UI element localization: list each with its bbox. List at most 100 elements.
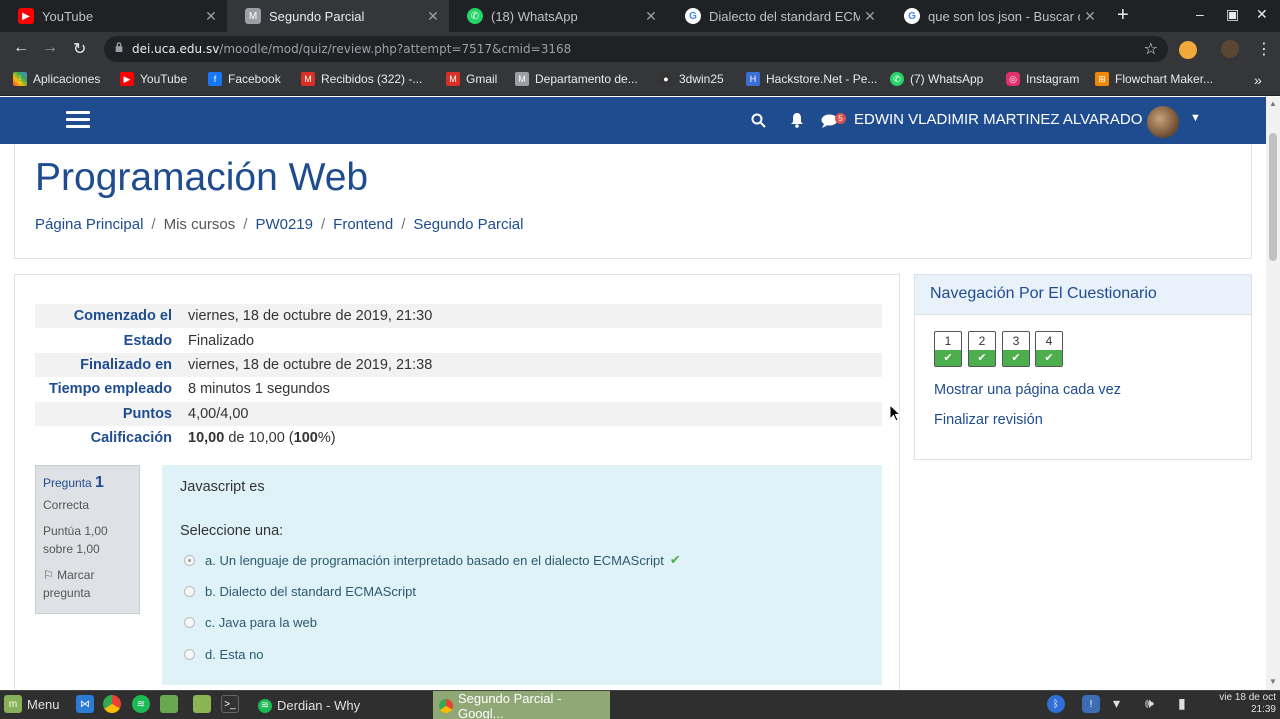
launcher-vscode[interactable]: ⋈ [76, 695, 99, 713]
scroll-down-icon[interactable]: ▼ [1269, 677, 1277, 686]
radio[interactable] [184, 586, 195, 597]
answer-option[interactable]: a. Un lenguaje de programación interpret… [184, 552, 681, 568]
answer-option[interactable]: b. Dialecto del standard ECMAScript [184, 584, 416, 599]
start-menu-button[interactable]: m Menu [4, 695, 60, 713]
scrollbar-thumb[interactable] [1269, 133, 1277, 261]
chevron-down-icon[interactable]: ▼ [1190, 112, 1201, 124]
question-nav-button[interactable]: 4 ✔ [1035, 331, 1063, 367]
bookmark-star-icon[interactable]: ☆ [1144, 39, 1158, 59]
close-icon[interactable]: ✕ [1080, 8, 1100, 25]
launcher-files[interactable] [193, 695, 216, 713]
scroll-up-icon[interactable]: ▲ [1269, 99, 1277, 108]
menu-kebab-icon[interactable]: ⋮ [1256, 39, 1272, 59]
flag-question-label[interactable]: pregunta [43, 584, 139, 602]
facebook-icon: f [208, 72, 222, 86]
clock[interactable]: vie 18 de oct 21:39 [1204, 692, 1276, 716]
bookmark-github[interactable]: ● 3dwin25 [659, 72, 724, 86]
answer-option[interactable]: c. Java para la web [184, 615, 317, 630]
forward-icon[interactable]: → [42, 39, 58, 57]
bookmark-departamento[interactable]: M Departamento de... [515, 72, 638, 86]
flag-question-button[interactable]: ⚐ Marcar [43, 566, 139, 584]
breadcrumb-separator: / [401, 216, 406, 233]
radio-selected[interactable] [184, 554, 195, 566]
user-name[interactable]: EDWIN VLADIMIR MARTINEZ ALVARADO [854, 111, 1142, 128]
flag-label: Marcar [57, 568, 95, 582]
search-icon[interactable] [751, 113, 766, 128]
new-tab-button[interactable]: + [1117, 4, 1129, 27]
page-scrollbar[interactable]: ▲ ▼ [1266, 97, 1280, 690]
close-icon[interactable]: ✕ [423, 8, 443, 25]
bookmark-gmail[interactable]: M Gmail [446, 72, 497, 86]
minimize-button[interactable]: – [1196, 6, 1204, 22]
launcher-terminal[interactable]: >_ [221, 695, 244, 713]
task-spotify[interactable]: ≋ Derdian - Why [252, 691, 432, 719]
grade-mid: de 10,00 ( [224, 430, 294, 447]
browser-tab[interactable]: ▶ YouTube ✕ [0, 0, 227, 32]
answer-label: d. Esta no [205, 647, 264, 662]
grade-end: %) [317, 430, 336, 447]
hamburger-menu-icon[interactable] [66, 111, 90, 129]
question-score-line: sobre 1,00 [43, 542, 100, 556]
profile-icon[interactable] [1221, 40, 1239, 58]
back-icon[interactable]: ← [13, 39, 29, 57]
bookmark-instagram[interactable]: ◎ Instagram [1006, 72, 1079, 86]
address-bar[interactable]: dei.uca.edu.sv/moodle/mod/quiz/review.ph… [104, 36, 1168, 62]
summary-label: Puntos [122, 405, 172, 422]
show-one-page-link[interactable]: Mostrar una página cada vez [934, 382, 1121, 398]
breadcrumb-separator: / [320, 216, 326, 233]
bookmark-facebook[interactable]: f Facebook [208, 72, 281, 86]
breadcrumb-item[interactable]: Página Principal [35, 216, 143, 233]
question-content: Javascript es Seleccione una: a. Un leng… [162, 465, 882, 685]
bookmark-flowchart[interactable]: ⊞ Flowchart Maker... [1095, 72, 1213, 86]
launcher-chrome[interactable] [103, 695, 126, 713]
maximize-button[interactable]: ▣ [1226, 6, 1239, 23]
answer-label: b. Dialecto del standard ECMAScript [205, 584, 416, 599]
breadcrumb-item[interactable]: PW0219 [255, 216, 313, 233]
breadcrumb-item[interactable]: Segundo Parcial [413, 216, 523, 233]
bluetooth-icon[interactable]: ᛒ [1047, 695, 1070, 713]
battery-icon[interactable]: ▮ [1178, 695, 1186, 712]
question-nav-button[interactable]: 3 ✔ [1002, 331, 1030, 367]
mint-logo-icon: m [4, 695, 22, 713]
url-path: /moodle/mod/quiz/review.php?attempt=7517… [219, 42, 572, 56]
answer-option[interactable]: d. Esta no [184, 647, 264, 662]
tab-title: que son los json - Buscar co [928, 8, 1080, 24]
browser-tab[interactable]: G que son los json - Buscar co ✕ [886, 0, 1106, 32]
question-nav-button[interactable]: 1 ✔ [934, 331, 962, 367]
bookmark-hackstore[interactable]: H Hackstore.Net - Pe... [746, 72, 877, 86]
bookmark-label: Aplicaciones [33, 72, 101, 86]
apps-icon: ⋮ [13, 72, 27, 86]
bookmark-label: (7) WhatsApp [910, 72, 984, 86]
bookmark-apps[interactable]: ⋮ Aplicaciones [13, 72, 100, 86]
question-nav-number: 2 [978, 334, 986, 348]
radio[interactable] [184, 649, 195, 660]
reload-icon[interactable]: ↻ [73, 39, 86, 59]
url-host: dei.uca.edu.sv [132, 42, 220, 56]
browser-tab-active[interactable]: M Segundo Parcial ✕ [227, 0, 449, 32]
volume-icon[interactable]: 🕪 [1145, 695, 1154, 712]
check-icon: ✔ [669, 552, 681, 567]
bookmark-whatsapp[interactable]: ✆ (7) WhatsApp [890, 72, 983, 86]
launcher-terminal-green[interactable] [160, 695, 183, 713]
radio[interactable] [184, 617, 195, 628]
close-icon[interactable]: ✕ [201, 8, 221, 25]
bell-icon[interactable] [790, 112, 804, 128]
extension-icon[interactable] [1179, 41, 1197, 59]
bookmark-recibidos[interactable]: M Recibidos (322) -... [301, 72, 422, 86]
breadcrumb-item[interactable]: Frontend [333, 216, 393, 233]
close-icon[interactable]: ✕ [860, 8, 880, 25]
bookmark-youtube[interactable]: ▶ YouTube [120, 72, 187, 86]
more-bookmarks-icon[interactable]: » [1254, 72, 1262, 88]
finish-review-link[interactable]: Finalizar revisión [934, 412, 1043, 428]
close-window-button[interactable]: ✕ [1256, 6, 1268, 23]
task-chrome[interactable]: Segundo Parcial - Googl... [433, 691, 610, 719]
browser-tab[interactable]: ✆ (18) WhatsApp ✕ [449, 0, 667, 32]
close-icon[interactable]: ✕ [641, 8, 661, 25]
browser-tab[interactable]: G Dialecto del standard ECMAS ✕ [667, 0, 886, 32]
question-nav-button[interactable]: 2 ✔ [968, 331, 996, 367]
quiz-navigation-block: Navegación Por El Cuestionario 1 ✔ 2 ✔ 3 ✔ … [914, 274, 1252, 460]
launcher-spotify[interactable]: ≋ [132, 695, 155, 713]
wifi-icon[interactable]: ▾ [1113, 695, 1120, 712]
shield-icon[interactable]: ! [1082, 695, 1105, 713]
avatar[interactable] [1147, 106, 1179, 138]
